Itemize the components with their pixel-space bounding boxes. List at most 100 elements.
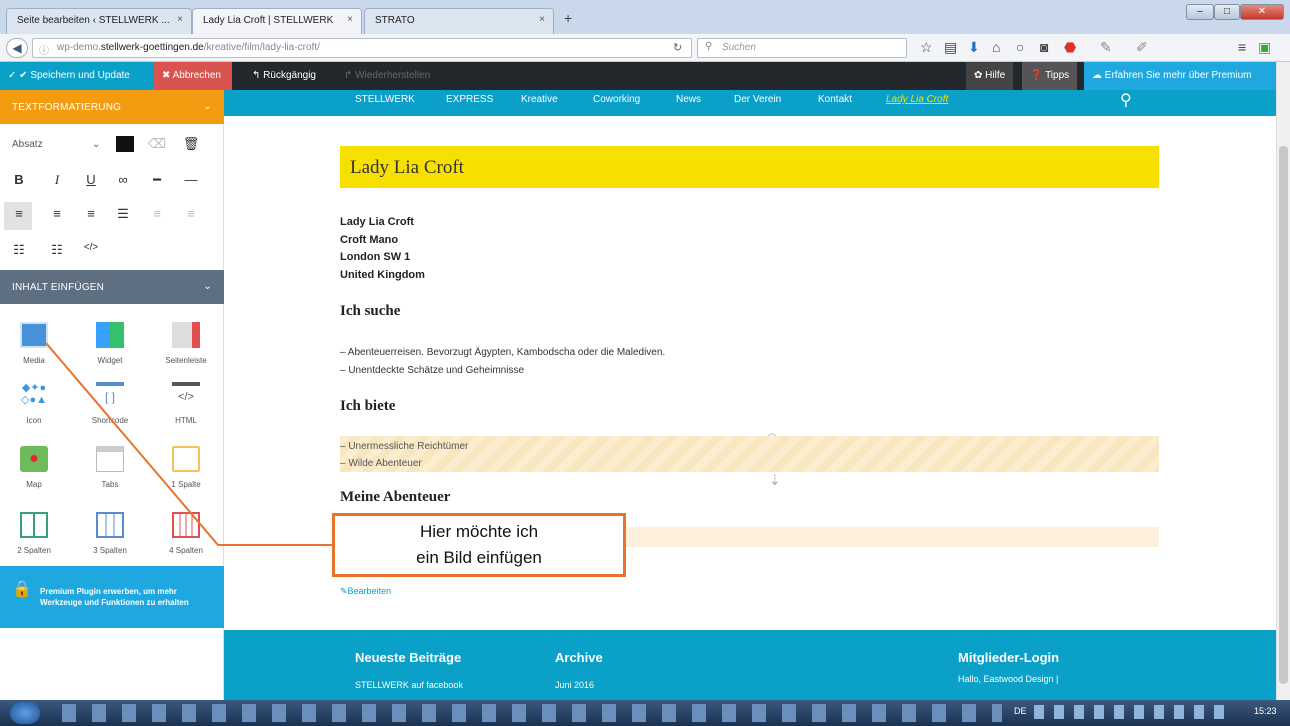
extension-icon[interactable]: ✎ bbox=[1100, 39, 1112, 55]
numbered-list-icon[interactable]: ☷ bbox=[46, 242, 68, 258]
maximize-button[interactable]: □ bbox=[1214, 4, 1240, 20]
site-search-icon[interactable]: ⚲ bbox=[1120, 90, 1132, 110]
bookmark-star-icon[interactable]: ☆ bbox=[920, 39, 933, 55]
code-icon[interactable]: </> bbox=[80, 242, 102, 253]
selected-list-block[interactable]: – Unermessliche Reichtümer – Wilde Abent… bbox=[340, 436, 1159, 472]
minimize-button[interactable]: – bbox=[1186, 4, 1214, 20]
new-tab-button[interactable]: + bbox=[564, 10, 572, 26]
info-icon[interactable]: ⓘ bbox=[39, 42, 49, 57]
bookmarks-list-icon[interactable]: ▤ bbox=[944, 39, 957, 55]
nav-kreative[interactable]: Kreative bbox=[521, 94, 558, 105]
trash-icon[interactable]: 🗑 bbox=[180, 136, 202, 152]
cancel-button[interactable]: ✖ Abbrechen bbox=[154, 62, 232, 90]
heading-ich-suche: Ich suche bbox=[340, 303, 401, 319]
strikethrough-icon[interactable]: ━ bbox=[146, 172, 168, 188]
footer-archive-link[interactable]: Juni 2016 bbox=[555, 680, 594, 690]
tab-edit-page[interactable]: Seite bearbeiten ‹ STELLWERK ... × bbox=[6, 8, 192, 34]
nav-lady-lia-croft[interactable]: Lady Lia Croft bbox=[886, 94, 948, 105]
nav-express[interactable]: EXPRESS bbox=[446, 94, 493, 105]
save-update-button[interactable]: ✓ ✔ Speichern und Update bbox=[0, 62, 154, 90]
system-tray-icons[interactable] bbox=[1034, 705, 1224, 719]
page-scrollbar[interactable] bbox=[1276, 62, 1290, 700]
italic-icon[interactable]: I bbox=[46, 172, 68, 188]
map-widget[interactable]: ● Map bbox=[4, 446, 64, 489]
adblock-icon[interactable]: ⬣ bbox=[1064, 39, 1076, 55]
close-window-button[interactable]: ✕ bbox=[1240, 4, 1284, 20]
map-label: Map bbox=[26, 480, 42, 489]
horizontal-rule-icon[interactable]: — bbox=[180, 172, 202, 187]
clear-format-icon[interactable]: ⌫ bbox=[146, 136, 168, 152]
premium-plugin-box[interactable]: 🔒 Premium Plugin erwerben, um mehr Werkz… bbox=[0, 566, 224, 628]
align-left-icon[interactable]: ≡ bbox=[8, 206, 30, 221]
align-justify-icon[interactable]: ☰ bbox=[112, 206, 134, 222]
address-block: Lady Lia Croft Croft Mano London SW 1 Un… bbox=[340, 214, 425, 284]
url-field[interactable]: ⓘ wp-demo.stellwerk-goettingen.de/kreati… bbox=[32, 38, 692, 58]
start-button[interactable] bbox=[10, 702, 40, 724]
sidebar-widget[interactable]: Seitenleiste bbox=[156, 322, 216, 365]
one-column-widget[interactable]: 1 Spalte bbox=[156, 446, 216, 489]
pocket-icon[interactable]: ◙ bbox=[1040, 39, 1048, 55]
tabs-icon bbox=[96, 446, 124, 472]
navigation-bar: ◀ ⓘ wp-demo.stellwerk-goettingen.de/krea… bbox=[0, 34, 1290, 62]
text-format-header[interactable]: TEXTFORMATIERUNG ⌄ bbox=[0, 90, 224, 124]
insert-content-header[interactable]: INHALT EINFÜGEN ⌄ bbox=[0, 270, 224, 304]
addon-icon[interactable]: ▣ bbox=[1258, 39, 1271, 55]
text-color-swatch[interactable] bbox=[116, 136, 134, 152]
help-button[interactable]: ✿ Hilfe bbox=[966, 62, 1014, 90]
nav-coworking[interactable]: Coworking bbox=[593, 94, 640, 105]
search-input[interactable]: ⚲ Suchen bbox=[697, 38, 907, 58]
bold-icon[interactable]: B bbox=[8, 172, 30, 187]
tab-lady-lia-croft[interactable]: Lady Lia Croft | STELLWERK × bbox=[192, 8, 362, 34]
footer-recent-link[interactable]: STELLWERK auf facebook bbox=[355, 680, 463, 690]
redo-button[interactable]: ↱ Wiederherstellen bbox=[336, 62, 438, 90]
html-widget[interactable]: </> HTML bbox=[156, 382, 216, 425]
url-domain: stellwerk-goettingen.de bbox=[100, 42, 204, 53]
media-widget[interactable]: Media bbox=[4, 322, 64, 365]
premium-info-button[interactable]: ☁ Erfahren Sie mehr über Premium bbox=[1084, 62, 1276, 90]
paragraph-select[interactable]: Absatz ⌄ bbox=[12, 139, 104, 150]
align-right-icon[interactable]: ≡ bbox=[80, 206, 102, 221]
nav-news[interactable]: News bbox=[676, 94, 701, 105]
widget-widget[interactable]: Widget bbox=[80, 322, 140, 365]
nav-stellwerk[interactable]: STELLWERK bbox=[355, 94, 415, 105]
close-tab-icon[interactable]: × bbox=[539, 14, 545, 25]
one-column-label: 1 Spalte bbox=[171, 480, 201, 489]
search-list: – Abenteuerreisen. Bevorzugt Ägypten, Ka… bbox=[340, 344, 665, 380]
home-icon[interactable]: ⌂ bbox=[992, 39, 1000, 55]
tabs-widget[interactable]: Tabs bbox=[80, 446, 140, 489]
download-icon[interactable]: ⬇ bbox=[968, 39, 980, 55]
scrollbar-thumb[interactable] bbox=[1279, 146, 1288, 684]
reload-icon[interactable]: ↻ bbox=[673, 41, 682, 54]
close-tab-icon[interactable]: × bbox=[347, 14, 353, 25]
taskbar-apps[interactable] bbox=[62, 704, 1002, 722]
drag-down-icon[interactable]: ⇣ bbox=[769, 472, 781, 489]
align-center-icon[interactable]: ≡ bbox=[46, 206, 68, 221]
list-item: – Unermessliche Reichtümer bbox=[340, 441, 469, 452]
shortcode-widget[interactable]: [ ] Shortcode bbox=[80, 382, 140, 425]
annotation-line-2: ein Bild einfügen bbox=[416, 548, 542, 567]
paragraph-value: Absatz bbox=[12, 139, 43, 150]
four-columns-widget[interactable]: 4 Spalten bbox=[156, 512, 216, 555]
outdent-icon[interactable]: ≡ bbox=[146, 206, 168, 221]
two-columns-widget[interactable]: 2 Spalten bbox=[4, 512, 64, 555]
bullet-list-icon[interactable]: ☷ bbox=[8, 242, 30, 258]
tips-button[interactable]: ❓ Tipps bbox=[1022, 62, 1078, 90]
close-tab-icon[interactable]: × bbox=[177, 14, 183, 25]
tab-strato[interactable]: STRATO × bbox=[364, 8, 554, 34]
indent-icon[interactable]: ≡ bbox=[180, 206, 202, 221]
nav-der-verein[interactable]: Der Verein bbox=[734, 94, 781, 105]
back-button[interactable]: ◀ bbox=[6, 38, 28, 58]
underline-icon[interactable]: U bbox=[80, 172, 102, 187]
edit-link[interactable]: ✎Bearbeiten bbox=[340, 586, 391, 597]
link-icon[interactable]: ∞ bbox=[112, 172, 134, 187]
language-indicator[interactable]: DE bbox=[1014, 706, 1027, 716]
three-columns-widget[interactable]: 3 Spalten bbox=[80, 512, 140, 555]
site-footer: Neueste Beiträge STELLWERK auf facebook … bbox=[224, 630, 1276, 700]
icon-widget[interactable]: ◆✦● ◇●▲ Icon bbox=[4, 382, 64, 425]
undo-button[interactable]: ↰ Rückgängig bbox=[244, 62, 324, 90]
clock[interactable]: 15:23 bbox=[1254, 706, 1277, 716]
nav-kontakt[interactable]: Kontakt bbox=[818, 94, 852, 105]
menu-icon[interactable]: ≡ bbox=[1238, 39, 1246, 55]
circle-icon[interactable]: ○ bbox=[1016, 39, 1024, 55]
tool-icon[interactable]: ✐ bbox=[1136, 39, 1148, 55]
